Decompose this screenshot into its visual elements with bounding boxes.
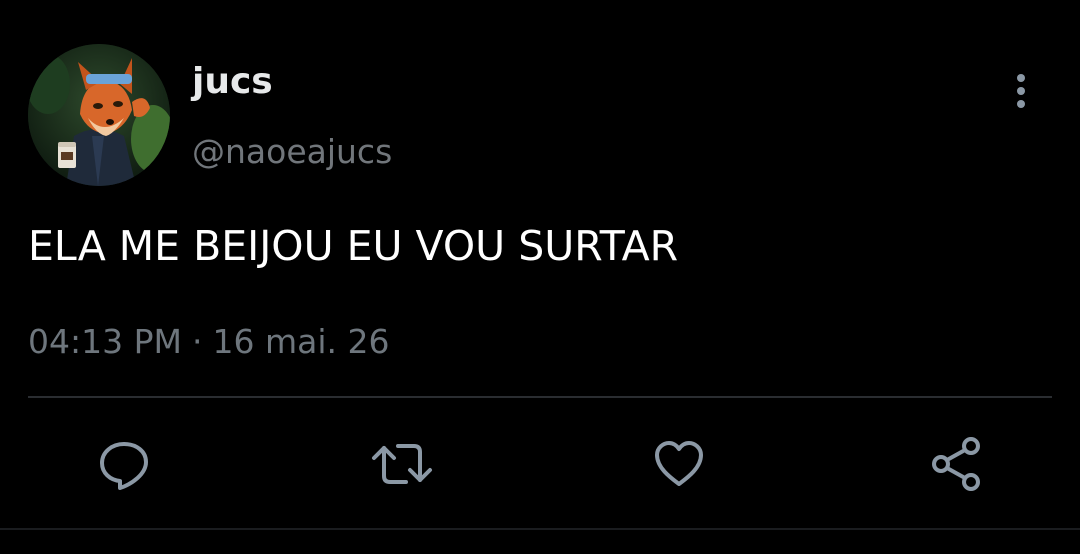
- tweet-actions: [0, 432, 1080, 496]
- retweet-icon: [372, 444, 432, 484]
- share-button[interactable]: [925, 432, 989, 496]
- tweet-time[interactable]: 04:13 PM: [28, 322, 182, 361]
- retweet-button[interactable]: [370, 432, 434, 496]
- divider: [28, 396, 1052, 398]
- tweet-metadata: 04:13 PM · 16 mai. 26: [28, 318, 389, 366]
- author-handle[interactable]: @naoeajucs: [192, 130, 392, 174]
- avatar-image: [28, 44, 170, 186]
- reply-icon: [100, 442, 148, 490]
- tweet-card: jucs @naoeajucs ELA ME BEIJOU EU VOU SUR…: [0, 0, 1080, 554]
- bottom-divider: [0, 528, 1080, 530]
- meta-separator: ·: [191, 322, 203, 361]
- tweet-text: ELA ME BEIJOU EU VOU SURTAR: [28, 222, 679, 270]
- more-options-button[interactable]: [1004, 70, 1038, 114]
- reply-button[interactable]: [92, 432, 156, 496]
- avatar[interactable]: [28, 44, 170, 186]
- author-display-name[interactable]: jucs: [192, 60, 273, 104]
- tweet-date[interactable]: 16 mai. 26: [212, 322, 389, 361]
- share-icon: [932, 437, 980, 491]
- more-vertical-icon: [1017, 74, 1025, 108]
- heart-icon: [655, 441, 703, 486]
- like-button[interactable]: [647, 432, 711, 496]
